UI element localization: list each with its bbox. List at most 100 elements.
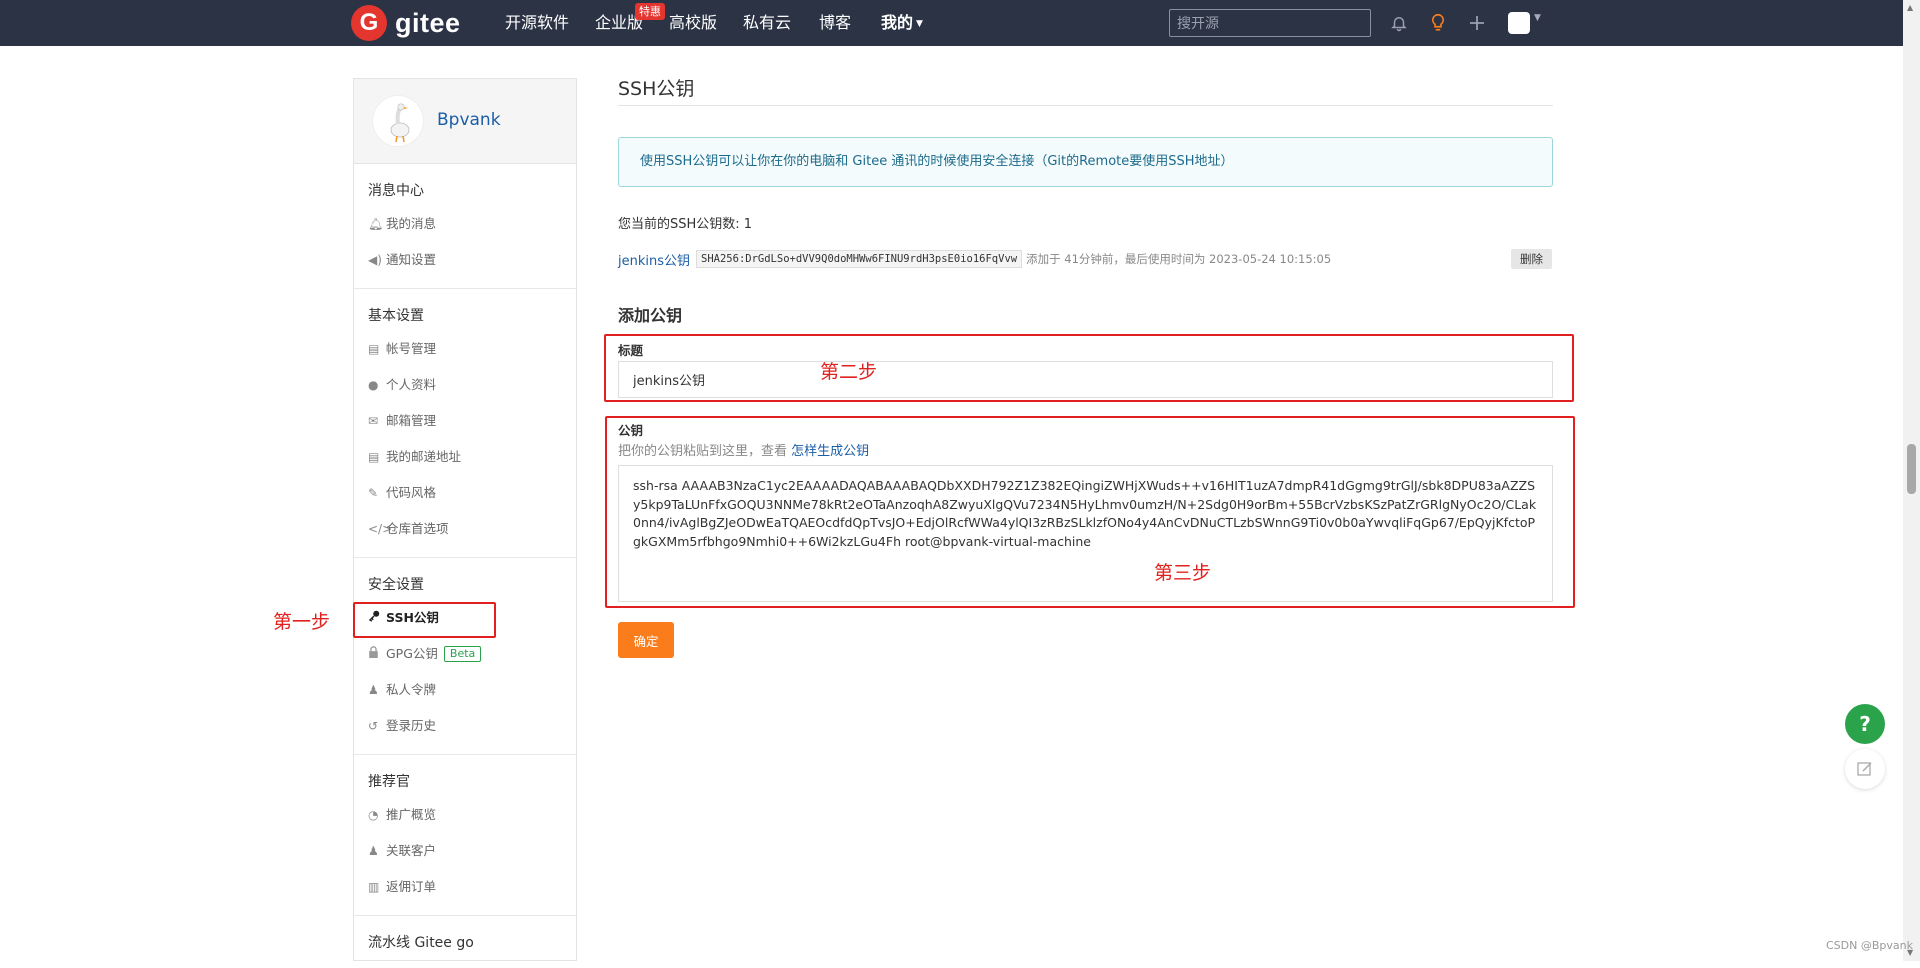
address-card-icon: ▤ [368,450,380,464]
search-input[interactable] [1169,9,1371,37]
token-icon: ♟ [368,683,379,697]
sidebar-item-account[interactable]: ▤ 帐号管理 [354,331,576,367]
nav-link-open-source[interactable]: 开源软件 [505,0,569,46]
sidebar-item-label: 邮箱管理 [386,413,437,428]
gitee-logo[interactable]: G gitee [351,5,461,41]
sidebar-item-private-tokens[interactable]: ♟ 私人令牌 [354,672,576,708]
public-key-textarea[interactable]: ssh-rsa AAAAB3NzaC1yc2EAAAADAQABAAABAQDb… [618,465,1553,602]
sidebar-item-label: GPG公钥 [386,646,438,661]
nav-link-private-cloud[interactable]: 私有云 [743,0,791,46]
ssh-info-alert: 使用SSH公钥可以让你在你的电脑和 Gitee 通讯的时候使用安全连接（Git的… [618,137,1553,187]
sidebar-group-title[interactable]: 流水线 Gitee go [354,928,576,958]
title-field-label: 标题 [618,343,644,358]
sidebar-item-code-style[interactable]: ✎ 代码风格 [354,475,576,511]
sidebar-group-title: 消息中心 [368,183,424,199]
sidebar-item-profile[interactable]: ● 个人资料 [354,367,576,403]
step1-label: 第一步 [273,611,331,633]
ssh-key-meta: 添加于 41分钟前，最后使用时间为 2023-05-24 10:15:05 [1026,252,1332,266]
sidebar-group-pipeline: 流水线 Gitee go [354,916,576,968]
ssh-key-count: 您当前的SSH公钥数: 1 [618,217,753,232]
ssh-key-name[interactable]: jenkins公钥 [618,250,690,269]
sidebar-group-title: 推荐官 [368,774,410,790]
history-icon: ↺ [368,719,379,733]
sidebar-group-messages: 消息中心 🔔︎ 我的消息 ◀) 通知设置 [354,164,576,289]
page-title: SSH公钥 [618,78,695,100]
sidebar-item-linked-customers[interactable]: ♟ 关联客户 [354,833,576,869]
sidebar-group-title: 安全设置 [368,577,424,593]
sidebar-profile: Bpvank [354,79,576,164]
sidebar-item-repo-preferences[interactable]: </> 仓库首选项 [354,511,576,547]
sidebar-item-address[interactable]: ▤ 我的邮递地址 [354,439,576,475]
add-key-heading: 添加公钥 [618,306,683,325]
how-to-generate-link[interactable]: 怎样生成公钥 [791,444,869,459]
page-scrollbar[interactable]: ▲ ▼ [1903,0,1920,961]
sidebar-item-commission-orders[interactable]: ▥ 返佣订单 [354,869,576,905]
user-avatar[interactable] [372,95,424,147]
code-icon: </> [368,522,393,536]
help-button[interactable]: ? [1845,704,1885,744]
bell-icon[interactable] [1387,11,1411,35]
sidebar-item-label: SSH公钥 [386,610,439,625]
brush-icon: ✎ [368,486,379,500]
key-icon [368,600,386,636]
sidebar-item-my-messages[interactable]: 🔔︎ 我的消息 [354,206,576,242]
goose-avatar-icon [390,103,410,143]
mail-icon: ✉ [368,414,379,428]
ssh-key-row: jenkins公钥 SHA256:DrGdLSo+dVV9Q0doMHWw6FI… [618,248,1553,270]
sidebar-item-label: 我的消息 [386,216,437,231]
avatar-chevron-down-icon[interactable]: ▼ [1534,13,1541,23]
sidebar-group-basic-settings: 基本设置 ▤ 帐号管理 ● 个人资料 ✉ 邮箱管理 ▤ 我的邮递地址 ✎ 代码风… [354,289,576,558]
scroll-up-arrow-icon[interactable]: ▲ [1907,3,1913,12]
sidebar-group-security: 安全设置 SSH公钥 GPG公钥 Beta ♟ 私人令牌 ↺ 登录历史 [354,558,576,755]
sidebar-item-login-history[interactable]: ↺ 登录历史 [354,708,576,744]
key-hint-text: 把你的公钥粘贴到这里，查看 [618,444,788,459]
nav-link-education[interactable]: 高校版 [669,0,717,46]
lock-icon [368,636,386,672]
sidebar-item-label: 我的邮递地址 [386,449,462,464]
volume-icon: ◀) [368,253,382,267]
nav-link-blog[interactable]: 博客 [819,0,851,46]
bell-icon: 🔔︎ [368,217,384,231]
beta-badge: Beta [443,646,482,662]
sidebar-item-ssh-keys[interactable]: SSH公钥 [354,600,576,636]
gauge-icon: ◔ [368,808,379,822]
sidebar-item-referral-overview[interactable]: ◔ 推广概览 [354,797,576,833]
sidebar-item-gpg-keys[interactable]: GPG公钥 Beta [354,636,576,672]
delete-key-button[interactable]: 删除 [1511,249,1552,269]
key-title-input[interactable] [618,361,1553,398]
user-icon: ● [368,378,379,392]
step3-label: 第三步 [1154,562,1212,584]
top-navbar: G gitee 开源软件 企业版 特惠 高校版 私有云 博客 我的▼ ▼ [0,0,1903,46]
user-avatar-small[interactable] [1508,12,1530,34]
main-content: SSH公钥 使用SSH公钥可以让你在你的电脑和 Gitee 通讯的时候使用安全连… [618,78,1553,658]
chevron-down-icon: ▼ [916,19,923,29]
user-link-icon: ♟ [368,844,379,858]
scrollbar-thumb[interactable] [1907,444,1916,494]
sidebar-item-notification-settings[interactable]: ◀) 通知设置 [354,242,576,278]
ssh-key-fingerprint: SHA256:DrGdLSo+dVV9Q0doMHWw6FINU9rdH3psE… [696,250,1023,268]
key-field-label: 公钥 [618,423,644,438]
title-divider [618,105,1553,106]
sidebar-item-label: 返佣订单 [386,879,437,894]
csdn-watermark: CSDN @Bpvank [1826,939,1913,952]
id-card-icon: ▤ [368,342,380,356]
plus-icon[interactable] [1465,11,1489,35]
sidebar-item-label: 推广概览 [386,807,437,822]
order-icon: ▥ [368,880,380,894]
hot-badge: 特惠 [635,3,665,20]
sidebar-username[interactable]: Bpvank [437,110,501,130]
edit-icon [1857,762,1872,776]
sidebar-item-label: 关联客户 [386,843,437,858]
gitee-logo-text: gitee [395,7,461,38]
sidebar-item-label: 个人资料 [386,377,437,392]
nav-mine-menu[interactable]: 我的 ▼ [881,0,923,46]
sidebar-group-referral: 推荐官 ◔ 推广概览 ♟ 关联客户 ▥ 返佣订单 [354,755,576,916]
nav-mine-label: 我的 [881,13,914,32]
confirm-button[interactable]: 确定 [618,622,674,658]
step2-label: 第二步 [820,361,878,383]
sidebar-item-label: 仓库首选项 [386,521,449,536]
sidebar-item-label: 私人令牌 [386,682,437,697]
lightbulb-icon[interactable] [1426,11,1450,35]
sidebar-item-email[interactable]: ✉ 邮箱管理 [354,403,576,439]
feedback-button[interactable] [1845,749,1885,789]
